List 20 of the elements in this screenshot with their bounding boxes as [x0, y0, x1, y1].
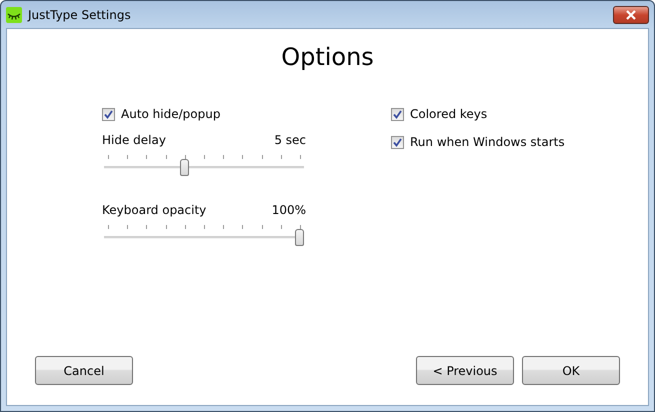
checkbox[interactable] — [391, 108, 404, 120]
page-heading: Options — [280, 43, 375, 71]
slider-label: Keyboard opacity — [102, 203, 206, 217]
slider-thumb[interactable] — [295, 229, 304, 246]
cancel-button[interactable]: Cancel — [35, 356, 133, 385]
slider-label: Hide delay — [102, 133, 166, 147]
slider-value: 100% — [272, 203, 306, 217]
checkbox[interactable] — [391, 136, 404, 148]
window-title: JustType Settings — [28, 8, 131, 22]
ok-button[interactable]: OK — [522, 356, 620, 385]
previous-button[interactable]: < Previous — [416, 356, 514, 385]
close-icon — [625, 10, 637, 20]
checkbox-label: Auto hide/popup — [121, 107, 220, 121]
checkbox-label: Colored keys — [410, 107, 488, 121]
slider-thumb[interactable] — [180, 159, 189, 176]
close-button[interactable] — [613, 6, 649, 24]
checkbox[interactable] — [102, 108, 115, 120]
checkbox-label: Run when Windows starts — [410, 135, 565, 149]
app-icon — [6, 6, 22, 22]
slider-value: 5 sec — [274, 133, 306, 147]
